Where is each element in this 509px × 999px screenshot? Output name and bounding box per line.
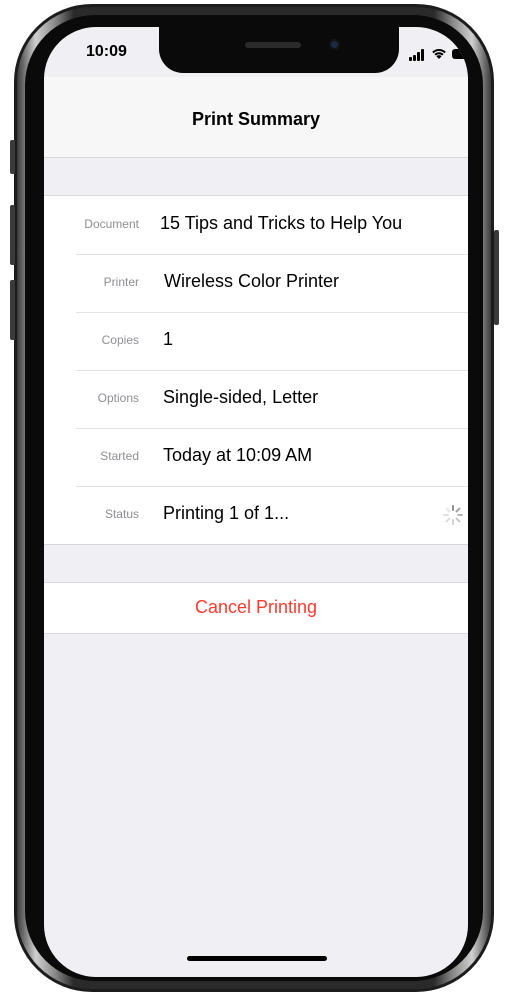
home-indicator[interactable]	[187, 956, 327, 961]
status-time: 10:09	[86, 43, 127, 60]
print-summary-list: Document 15 Tips and Tricks to Help You …	[44, 195, 468, 545]
cancel-printing-button[interactable]: Cancel Printing	[44, 597, 468, 618]
front-camera	[329, 39, 340, 50]
summary-row-printer: Printer Wireless Color Printer	[44, 254, 468, 312]
copies-value: 1	[163, 329, 174, 349]
cancel-printing-cell[interactable]: Cancel Printing	[44, 582, 468, 634]
started-label: Started	[100, 449, 139, 463]
options-value: Single-sided, Letter	[163, 387, 319, 407]
earpiece-speaker	[245, 42, 301, 48]
printer-value: Wireless Color Printer	[164, 271, 340, 291]
summary-row-status: Status Printing 1 of 1...	[44, 486, 468, 544]
document-value: 15 Tips and Tricks to Help You	[160, 213, 403, 233]
screen: 10:09 Print Summary Document 15 Tips and…	[44, 27, 468, 977]
navigation-bar: Print Summary	[44, 77, 468, 158]
options-label: Options	[97, 391, 139, 405]
side-power-button	[494, 230, 499, 325]
status-value: Printing 1 of 1...	[163, 503, 290, 523]
activity-spinner-icon	[443, 505, 463, 525]
status-label: Status	[104, 507, 139, 521]
notch	[159, 27, 399, 73]
summary-row-document: Document 15 Tips and Tricks to Help You	[44, 196, 468, 254]
summary-row-started: Started Today at 10:09 AM	[44, 428, 468, 486]
document-label: Document	[84, 217, 139, 231]
summary-row-copies: Copies 1	[44, 312, 468, 370]
summary-row-options: Options Single-sided, Letter	[44, 370, 468, 428]
wifi-icon	[432, 49, 446, 59]
copies-label: Copies	[101, 333, 139, 347]
battery-icon	[452, 49, 468, 59]
page-title: Print Summary	[191, 109, 321, 129]
cellular-signal-icon	[409, 49, 427, 61]
printer-label: Printer	[103, 275, 139, 289]
started-value: Today at 10:09 AM	[163, 445, 313, 465]
